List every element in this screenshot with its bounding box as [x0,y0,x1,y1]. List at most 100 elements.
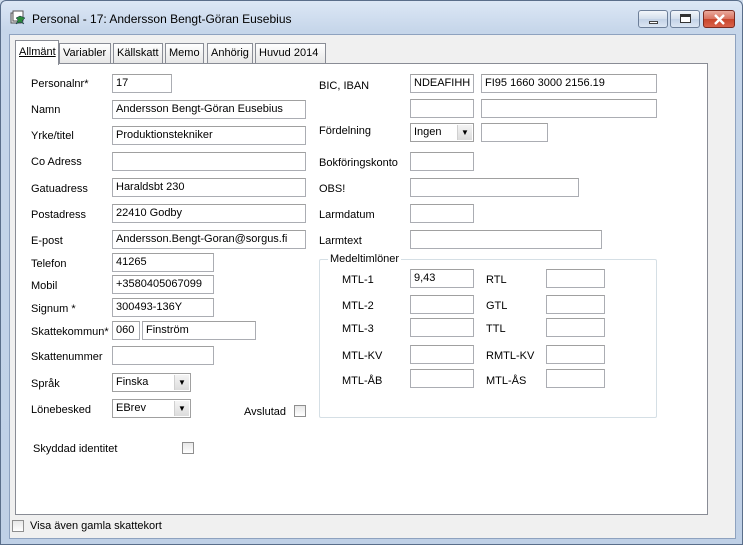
gatuadress-field[interactable]: Haraldsbt 230 [112,178,306,197]
mobil-label: Mobil [31,280,58,292]
personalnr-label: Personalnr* [31,78,89,90]
bic-field-2[interactable] [410,99,474,118]
gtl-label: GTL [486,300,508,312]
tab-label: Huvud 2014 [259,47,319,59]
window-title: Personal - 17: Andersson Bengt-Göran Eus… [32,12,292,26]
fordelning-dropdown[interactable]: Ingen ▼ [410,123,474,142]
postadress-label: Postadress [31,209,87,221]
tab-allmant[interactable]: Allmänt [15,40,59,65]
mtl-3-field[interactable] [410,318,474,337]
mtl-1-label: MTL-1 [342,274,374,286]
postadress-field[interactable]: 22410 Godby [112,204,306,223]
coadress-label: Co Adress [31,156,82,168]
mtl-1-field[interactable]: 9,43 [410,269,474,288]
iban-field[interactable]: FI95 1660 3000 2156.19 [481,74,657,93]
sprak-dropdown[interactable]: Finska ▼ [112,373,191,392]
ttl-field[interactable] [546,318,605,337]
mtl-2-field[interactable] [410,295,474,314]
tab-label: Memo [169,47,200,59]
close-icon [714,14,725,25]
avslutad-checkbox[interactable] [294,405,306,417]
bic-label: BIC, IBAN [319,80,370,92]
personalnr-field[interactable]: 17 [112,74,172,93]
obs-label: OBS! [319,183,346,195]
mobil-field[interactable]: +3580405067099 [112,275,214,294]
mtl-3-label: MTL-3 [342,323,374,335]
gatuadress-label: Gatuadress [31,183,88,195]
skattenummer-label: Skattenummer [31,351,103,363]
skattekommun-name-field[interactable]: Finström [142,321,256,340]
larmdatum-label: Larmdatum [319,209,375,221]
fordelning-value: Ingen [414,126,442,138]
obs-field[interactable] [410,178,579,197]
skyddad-label: Skyddad identitet [33,443,118,455]
tab-label: Allmänt [19,46,56,58]
larmtext-label: Larmtext [319,235,362,247]
skattekommun-label: Skattekommun* [31,326,109,338]
medeltimloner-title: Medeltimlöner [328,253,402,265]
telefon-field[interactable]: 41265 [112,253,214,272]
mtl-as-label: MTL-ÅS [486,375,527,387]
mtl-kv-label: MTL-KV [342,350,383,362]
tab-label: Variabler [63,47,107,59]
epost-field[interactable]: Andersson.Bengt-Goran@sorgus.fi [112,230,306,249]
application-window: Personal - 17: Andersson Bengt-Göran Eus… [0,0,743,545]
fordelning-label: Fördelning [319,125,371,137]
signum-field[interactable]: 300493-136Y [112,298,214,317]
client-area: Allmänt Variabler Källskatt Memo Anhörig… [9,34,736,539]
lonebesked-value: EBrev [116,402,146,414]
skattenummer-field[interactable] [112,346,214,365]
skattekommun-code-field[interactable]: 060 [112,321,140,340]
yrke-label: Yrke/titel [31,130,74,142]
fordelning-extra-field[interactable] [481,123,548,142]
larmtext-field[interactable] [410,230,602,249]
iban-field-2[interactable] [481,99,657,118]
mtl-kv-field[interactable] [410,345,474,364]
visa-gamla-skattekort-label: Visa även gamla skattekort [30,520,162,532]
mtl-ab-field[interactable] [410,369,474,388]
chevron-down-icon: ▼ [174,375,189,390]
maximize-icon [680,14,691,23]
maximize-button[interactable] [670,10,700,28]
namn-field[interactable]: Andersson Bengt-Göran Eusebius [112,100,306,119]
gtl-field[interactable] [546,295,605,314]
sprak-label: Språk [31,378,60,390]
bokforingskonto-field[interactable] [410,152,474,171]
tab-huvud-2014[interactable]: Huvud 2014 [255,43,326,64]
tab-memo[interactable]: Memo [165,43,204,64]
tab-label: Anhörig [211,47,249,59]
sprak-value: Finska [116,376,149,388]
mtl-ab-label: MTL-ÅB [342,375,383,387]
medeltimloner-group: Medeltimlöner MTL-1 9,43 RTL MTL-2 GTL M… [319,253,657,418]
yrke-field[interactable]: Produktionstekniker [112,126,306,145]
chevron-down-icon: ▼ [457,125,472,140]
close-button[interactable] [703,10,735,28]
rtl-label: RTL [486,274,507,286]
minimize-button[interactable] [638,10,668,28]
rmtl-kv-label: RMTL-KV [486,350,535,362]
rmtl-kv-field[interactable] [546,345,605,364]
app-icon [10,10,26,25]
tab-panel-allmant: Personalnr* 17 Namn Andersson Bengt-Göra… [15,63,708,515]
tab-kallskatt[interactable]: Källskatt [113,43,163,64]
visa-gamla-skattekort-checkbox[interactable] [12,520,24,532]
skyddad-checkbox[interactable] [182,442,194,454]
lonebesked-dropdown[interactable]: EBrev ▼ [112,399,191,418]
tab-label: Källskatt [117,47,159,59]
epost-label: E-post [31,235,63,247]
tab-anhorig[interactable]: Anhörig [207,43,253,64]
namn-label: Namn [31,104,61,116]
avslutad-label: Avslutad [244,406,286,418]
larmdatum-field[interactable] [410,204,474,223]
tab-variabler[interactable]: Variabler [59,43,111,64]
chevron-down-icon: ▼ [174,401,189,416]
mtl-as-field[interactable] [546,369,605,388]
rtl-field[interactable] [546,269,605,288]
bic-field[interactable]: NDEAFIHH [410,74,474,93]
mtl-2-label: MTL-2 [342,300,374,312]
telefon-label: Telefon [31,258,67,270]
signum-label: Signum * [31,303,76,315]
title-bar[interactable]: Personal - 17: Andersson Bengt-Göran Eus… [1,1,742,33]
minimize-icon [649,21,658,24]
coadress-field[interactable] [112,152,306,171]
